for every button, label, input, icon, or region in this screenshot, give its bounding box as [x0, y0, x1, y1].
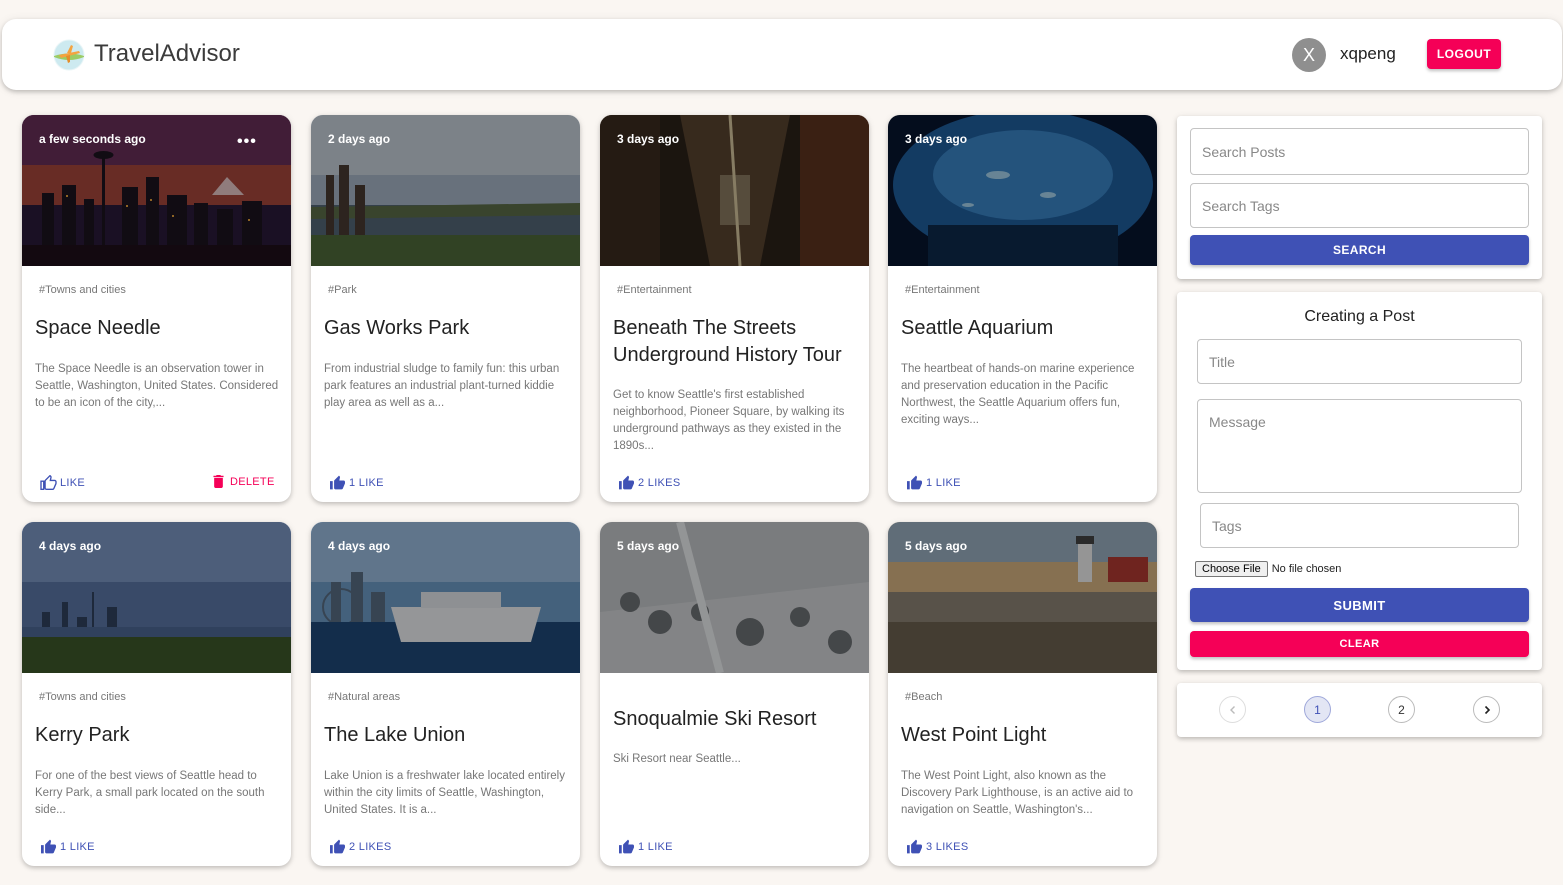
- chevron-left-icon: [1229, 705, 1235, 714]
- thumb-up-outline-icon: [40, 475, 57, 490]
- post-tag: #Towns and cities: [39, 284, 126, 296]
- post-description: From industrial sludge to family fun: th…: [324, 363, 560, 409]
- page-button-1[interactable]: 1: [1304, 696, 1331, 723]
- prev-page-button[interactable]: [1219, 696, 1246, 723]
- travel-logo-icon[interactable]: [53, 39, 85, 71]
- like-count: 1 LIKE: [926, 476, 961, 489]
- post-description: The West Point Light, also known as the …: [901, 770, 1134, 816]
- post-time: 3 days ago: [617, 132, 680, 146]
- like-button[interactable]: 2 LIKES: [618, 475, 680, 490]
- like-button[interactable]: 1 LIKE: [40, 839, 95, 854]
- more-options-icon[interactable]: •••: [237, 133, 257, 151]
- post-tag: #Park: [328, 284, 357, 296]
- delete-label: DELETE: [230, 475, 275, 488]
- post-title: Gas Works Park: [324, 317, 470, 339]
- like-button[interactable]: 1 LIKE: [329, 475, 384, 490]
- page-button-2[interactable]: 2: [1388, 696, 1415, 723]
- post-card[interactable]: 4 days ago #Towns and cities Kerry Park For…: [22, 522, 291, 866]
- brand-title[interactable]: TravelAdvisor: [94, 40, 240, 68]
- choose-file-button[interactable]: Choose File: [1195, 561, 1268, 577]
- post-time: 2 days ago: [328, 132, 391, 146]
- search-button[interactable]: SEARCH: [1190, 235, 1529, 265]
- post-title: West Point Light: [901, 724, 1047, 746]
- post-tag: #Natural areas: [328, 691, 401, 703]
- form-heading: Creating a Post: [1304, 308, 1415, 325]
- post-title: The Lake Union: [324, 724, 466, 746]
- clear-button[interactable]: CLEAR: [1190, 631, 1529, 657]
- message-textarea[interactable]: Message: [1197, 399, 1522, 493]
- like-button[interactable]: LIKE: [40, 475, 85, 490]
- like-count: 1 LIKE: [60, 840, 95, 853]
- tags-input[interactable]: Tags: [1200, 503, 1519, 548]
- post-card[interactable]: 3 days ago #Entertainment Beneath The Stre…: [600, 115, 869, 502]
- like-button[interactable]: 1 LIKE: [906, 475, 961, 490]
- post-tag: #Entertainment: [617, 284, 692, 296]
- next-page-button[interactable]: [1473, 696, 1500, 723]
- search-posts-input[interactable]: Search Posts: [1190, 128, 1529, 175]
- like-count: 2 LIKES: [349, 840, 392, 853]
- like-count: 1 LIKE: [638, 840, 673, 853]
- post-description: Lake Union is a freshwater lake located …: [324, 770, 565, 816]
- post-description: For one of the best views of Seattle hea…: [35, 770, 265, 816]
- thumb-up-icon: [619, 475, 634, 490]
- submit-button[interactable]: SUBMIT: [1190, 588, 1529, 622]
- post-card[interactable]: 3 days ago #Entertainment Seattle Aquarium…: [888, 115, 1157, 502]
- file-upload: Choose File No file chosen: [1195, 561, 1341, 577]
- post-card[interactable]: 5 days ago Snoqualmie Ski Resort Ski Resor…: [600, 522, 869, 866]
- like-count: 1 LIKE: [349, 476, 384, 489]
- delete-button[interactable]: DELETE: [213, 475, 275, 488]
- username: xqpeng: [1340, 44, 1396, 63]
- post-card[interactable]: 5 days ago #Beach West Point Light The West…: [888, 522, 1157, 866]
- post-title: Space Needle: [35, 317, 161, 339]
- post-title: Seattle Aquarium: [901, 317, 1054, 339]
- post-time: a few seconds ago: [39, 132, 146, 146]
- post-title: Kerry Park: [35, 724, 130, 746]
- thumb-up-icon: [330, 839, 345, 854]
- file-status: No file chosen: [1271, 563, 1342, 575]
- thumb-up-icon: [619, 839, 634, 854]
- post-tag: #Entertainment: [905, 284, 980, 296]
- avatar: X: [1292, 38, 1326, 72]
- logout-button[interactable]: LOGOUT: [1427, 39, 1501, 69]
- post-description: The heartbeat of hands-on marine experie…: [901, 363, 1135, 426]
- delete-icon: [213, 475, 224, 488]
- thumb-up-icon: [907, 839, 922, 854]
- post-card[interactable]: 4 days ago #Natural areas The Lake Union La…: [311, 522, 580, 866]
- thumb-up-icon: [907, 475, 922, 490]
- like-button[interactable]: 3 LIKES: [906, 839, 968, 854]
- post-title: Beneath The Streets Underground History …: [613, 317, 842, 366]
- like-button[interactable]: 2 LIKES: [329, 839, 391, 854]
- post-description: The Space Needle is an observation tower…: [35, 363, 279, 409]
- chevron-right-icon: [1484, 705, 1490, 714]
- post-time: 4 days ago: [328, 539, 391, 553]
- app-bar: TravelAdvisor X xqpeng LOGOUT: [2, 19, 1562, 90]
- search-tags-input[interactable]: Search Tags: [1190, 183, 1529, 228]
- post-tag: #Beach: [905, 691, 943, 703]
- like-count: LIKE: [60, 476, 86, 489]
- post-time: 5 days ago: [905, 539, 968, 553]
- like-count: 3 LIKES: [926, 840, 969, 853]
- thumb-up-icon: [330, 475, 345, 490]
- like-button[interactable]: 1 LIKE: [618, 839, 673, 854]
- like-count: 2 LIKES: [638, 476, 681, 489]
- post-card[interactable]: a few seconds ago ••• #Towns and cities Spa…: [22, 115, 291, 502]
- post-card[interactable]: 2 days ago #Park Gas Works Park From indust…: [311, 115, 580, 502]
- post-time: 5 days ago: [617, 539, 680, 553]
- post-description: Ski Resort near Seattle...: [613, 753, 741, 765]
- post-title: Snoqualmie Ski Resort: [613, 708, 817, 730]
- post-tag: #Towns and cities: [39, 691, 126, 703]
- thumb-up-icon: [41, 839, 56, 854]
- post-time: 3 days ago: [905, 132, 968, 146]
- post-time: 4 days ago: [39, 539, 102, 553]
- post-description: Get to know Seattle's first established …: [613, 389, 845, 452]
- title-input[interactable]: Title: [1197, 339, 1522, 384]
